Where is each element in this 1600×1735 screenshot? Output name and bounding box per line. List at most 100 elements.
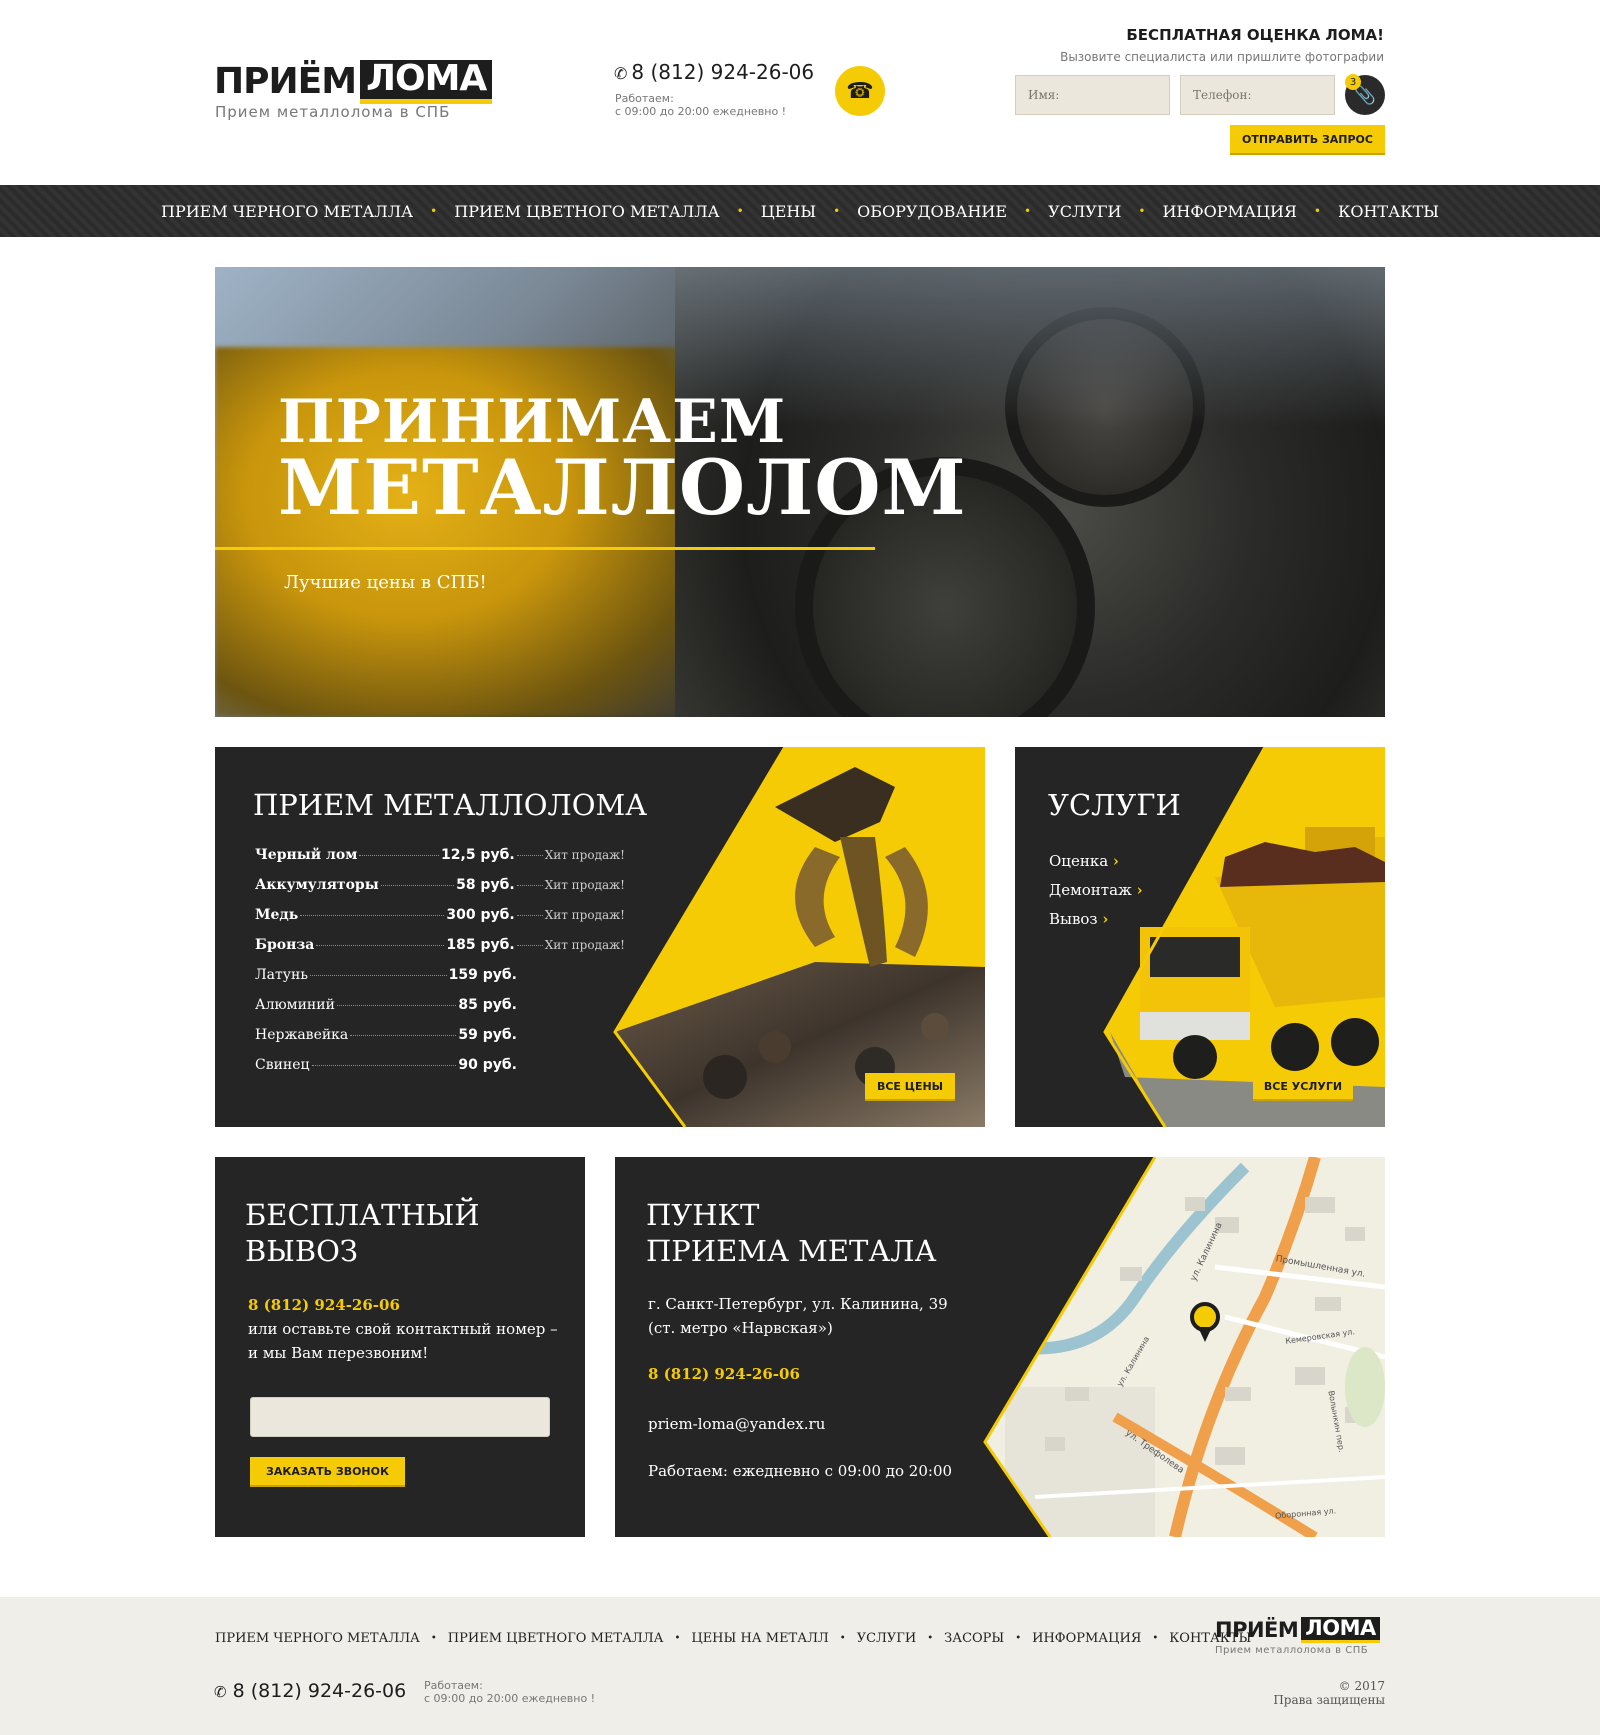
price-row[interactable]: Алюминий 85 руб. (255, 997, 517, 1027)
prices-title: ПРИЕМ МЕТАЛЛОЛОМА (253, 788, 648, 822)
point-phone[interactable]: 8 (812) 924-26-06 (648, 1365, 800, 1383)
pickup-text: или оставьте свой контактный номер – и м… (248, 1317, 568, 1365)
price-name: Свинец (255, 1057, 310, 1073)
pickup-phone[interactable]: 8 (812) 924-26-06 (248, 1293, 400, 1317)
nav-item-contacts[interactable]: КОНТАКТЫ (1338, 202, 1439, 221)
price-row[interactable]: Медь 300 руб. Хит продаж! (255, 907, 625, 937)
hours-line1: Работаем: (615, 92, 674, 105)
hero-underline (215, 547, 875, 550)
header-phone[interactable]: ✆ 8 (812) 924-26-06 (614, 60, 814, 84)
hit-label: Хит продаж! (544, 908, 625, 922)
nav-item-prices[interactable]: ЦЕНЫ (761, 202, 816, 221)
service-label: Оценка (1049, 852, 1109, 870)
service-item-estimate[interactable]: Оценка › (1049, 852, 1143, 870)
footer-logo-left: ПРИЁМ (1215, 1618, 1299, 1642)
footer-logo-right: ЛОМА (1301, 1617, 1380, 1643)
header-logo[interactable]: ПРИЁМ ЛОМА (214, 60, 493, 104)
price-name: Нержавейка (255, 1027, 349, 1043)
hit-label: Хит продаж! (544, 938, 625, 952)
price-row[interactable]: Латунь 159 руб. (255, 967, 517, 997)
all-services-button[interactable]: ВСЕ УСЛУГИ (1253, 1073, 1353, 1099)
nav-item-equipment[interactable]: ОБОРУДОВАНИЕ (857, 202, 1007, 221)
price-list: Черный лом 12,5 руб. Хит продаж! Аккумул… (255, 847, 625, 1087)
hero-banner: ПРИНИМАЕМ МЕТАЛЛОЛОМ Лучшие цены в СПБ! (215, 267, 1385, 717)
free-estimate-subtitle: Вызовите специалиста или пришлите фотогр… (1060, 50, 1384, 64)
service-label: Демонтаж (1049, 881, 1132, 899)
name-input[interactable] (1015, 75, 1170, 115)
footer-nav: ПРИЕМ ЧЕРНОГО МЕТАЛЛА • ПРИЕМ ЦВЕТНОГО М… (215, 1631, 1251, 1646)
price-dots (359, 855, 440, 856)
footer-logo-tagline: Прием металлолома в СПБ (1215, 1645, 1369, 1656)
footer-hours: Работаем: с 09:00 до 20:00 ежедневно ! (424, 1679, 595, 1705)
point-hours: Работаем: ежедневно с 09:00 до 20:00 (648, 1462, 953, 1480)
pickup-phone-number[interactable]: 8 (812) 924-26-06 (248, 1296, 400, 1314)
price-dots (516, 915, 543, 916)
price-value: 85 руб. (458, 997, 517, 1013)
price-value: 58 руб. (456, 877, 515, 893)
logo-tagline: Прием металлолома в СПБ (215, 103, 451, 121)
footer-nav-item[interactable]: УСЛУГИ (857, 1631, 917, 1646)
price-row[interactable]: Нержавейка 59 руб. (255, 1027, 517, 1057)
point-title-line1: ПУНКТ (646, 1198, 760, 1232)
hit-label: Хит продаж! (544, 878, 625, 892)
callback-phone-button[interactable]: ☎ (835, 66, 885, 116)
copyright-text: Права защищены (1273, 1693, 1385, 1707)
nav-item-nonferrous[interactable]: ПРИЕМ ЦВЕТНОГО МЕТАЛЛА (454, 202, 719, 221)
footer-nav-separator: • (430, 1633, 437, 1644)
price-dots (350, 1035, 457, 1036)
nav-item-services[interactable]: УСЛУГИ (1048, 202, 1121, 221)
all-prices-button[interactable]: ВСЕ ЦЕНЫ (865, 1073, 955, 1099)
services-list: Оценка › Демонтаж › Вывоз › (1049, 852, 1143, 939)
footer-nav-separator: • (1152, 1633, 1159, 1644)
footer-copyright: © 2017 Права защищены (1273, 1679, 1385, 1707)
price-name: Латунь (255, 967, 308, 983)
phone-input[interactable] (1180, 75, 1335, 115)
nav-separator: • (833, 204, 841, 218)
footer-nav-item[interactable]: ИНФОРМАЦИЯ (1032, 1631, 1141, 1646)
footer-hours-line2: с 09:00 до 20:00 ежедневно ! (424, 1692, 596, 1705)
chevron-right-icon: › (1102, 910, 1109, 928)
footer-nav-separator: • (674, 1633, 681, 1644)
logo-word-left: ПРИЁМ (214, 61, 357, 102)
service-item-dismantle[interactable]: Демонтаж › (1049, 881, 1143, 899)
collection-point-panel: ул. Калинина Промышленная ул. Кемеровска… (615, 1157, 1385, 1537)
attach-count-badge: 3 (1345, 74, 1361, 90)
nav-separator: • (1313, 204, 1321, 218)
price-row[interactable]: Свинец 90 руб. (255, 1057, 517, 1087)
nav-separator: • (736, 204, 744, 218)
hit-label: Хит продаж! (544, 848, 625, 862)
send-request-button[interactable]: ОТПРАВИТЬ ЗАПРОС (1230, 125, 1385, 153)
price-value: 185 руб. (446, 937, 515, 953)
price-dots (300, 915, 445, 916)
order-call-button[interactable]: ЗАКАЗАТЬ ЗВОНОК (250, 1457, 405, 1485)
price-row[interactable]: Аккумуляторы 58 руб. Хит продаж! (255, 877, 625, 907)
footer-nav-item[interactable]: ЗАСОРЫ (944, 1631, 1004, 1646)
price-row[interactable]: Бронза 185 руб. Хит продаж! (255, 937, 625, 967)
nav-separator: • (1024, 204, 1032, 218)
footer-phone-number[interactable]: 8 (812) 924-26-06 (233, 1680, 407, 1702)
free-estimate-title: БЕСПЛАТНАЯ ОЦЕНКА ЛОМА! (1126, 26, 1384, 44)
nav-item-ferrous[interactable]: ПРИЕМ ЧЕРНОГО МЕТАЛЛА (161, 202, 413, 221)
point-email[interactable]: priem-loma@yandex.ru (648, 1412, 825, 1436)
hero-title-line2: МЕТАЛЛОЛОМ (278, 443, 967, 532)
callback-phone-input[interactable] (250, 1397, 550, 1437)
footer-nav-item[interactable]: ПРИЕМ ЦВЕТНОГО МЕТАЛЛА (448, 1631, 664, 1646)
phone-call-icon: ☎ (846, 78, 874, 104)
chevron-right-icon: › (1112, 852, 1119, 870)
nav-item-info[interactable]: ИНФОРМАЦИЯ (1162, 202, 1296, 221)
pickup-panel: БЕСПЛАТНЫЙ ВЫВОЗ 8 (812) 924-26-06 или о… (215, 1157, 585, 1537)
footer-nav-item[interactable]: ПРИЕМ ЧЕРНОГО МЕТАЛЛА (215, 1631, 420, 1646)
price-dots (316, 945, 445, 946)
footer-phone[interactable]: ✆ 8 (812) 924-26-06 (214, 1680, 406, 1702)
price-row[interactable]: Черный лом 12,5 руб. Хит продаж! (255, 847, 625, 877)
footer-nav-item[interactable]: ЦЕНЫ НА МЕТАЛЛ (691, 1631, 828, 1646)
pickup-title: БЕСПЛАТНЫЙ ВЫВОЗ (245, 1197, 480, 1269)
footer-logo[interactable]: ПРИЁМ ЛОМА (1215, 1617, 1380, 1643)
point-title: ПУНКТ ПРИЕМА МЕТАЛА (646, 1197, 936, 1269)
point-phone-number[interactable]: 8 (812) 924-26-06 (648, 1365, 800, 1383)
price-dots (516, 945, 543, 946)
service-item-removal[interactable]: Вывоз › (1049, 910, 1143, 928)
nav-separator: • (430, 204, 438, 218)
price-dots (336, 1005, 457, 1006)
header-phone-number[interactable]: 8 (812) 924-26-06 (631, 60, 814, 84)
